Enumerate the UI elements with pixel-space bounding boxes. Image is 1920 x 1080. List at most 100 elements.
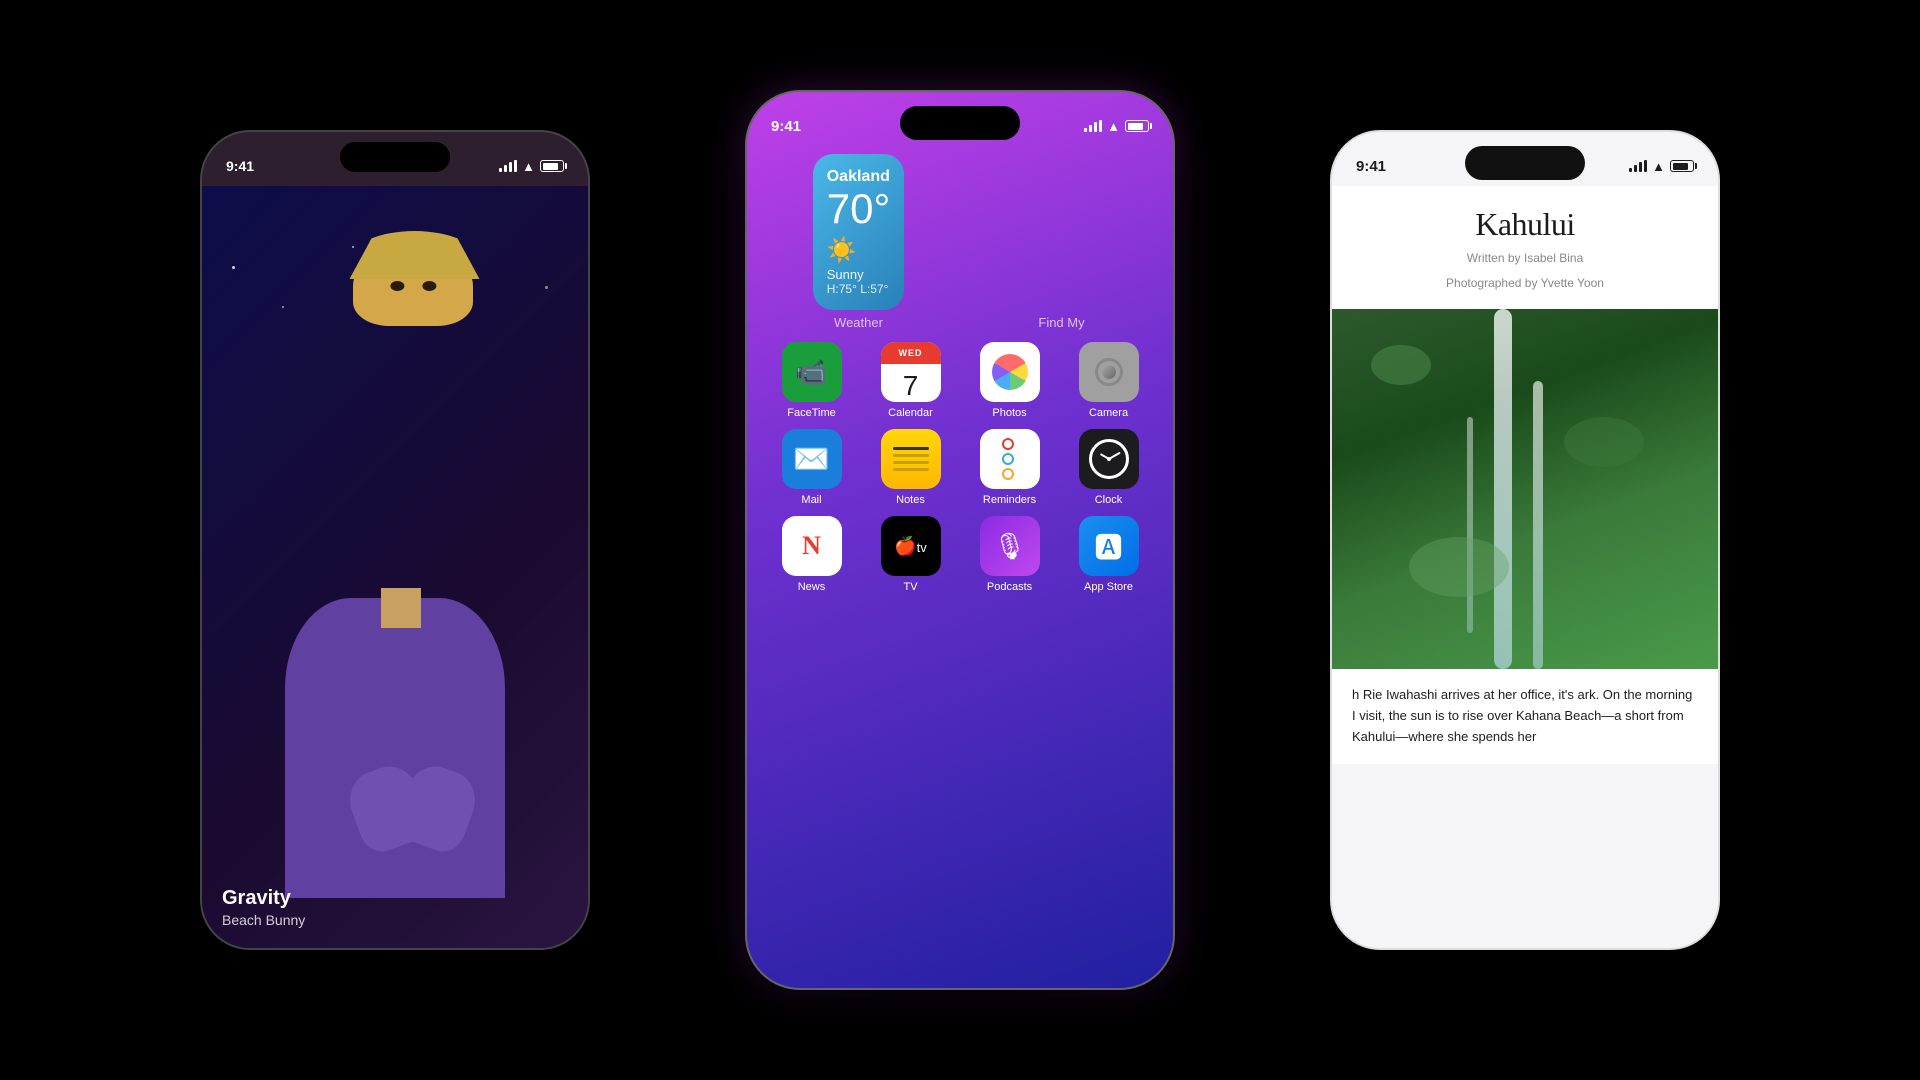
findmy-label: Find My	[1038, 315, 1084, 330]
signal-center	[1084, 120, 1102, 132]
music-artist: Beach Bunny	[222, 912, 305, 928]
bar3	[509, 162, 512, 172]
clock-face	[1089, 439, 1129, 479]
app-reminders[interactable]: Reminders	[965, 429, 1054, 506]
wifi-center: ▲	[1107, 119, 1120, 134]
notes-icon[interactable]	[881, 429, 941, 489]
music-info: Gravity Beach Bunny	[222, 887, 305, 928]
photos-icon[interactable]	[980, 342, 1040, 402]
right-content: Kahului Written by Isabel Bina Photograp…	[1332, 186, 1718, 948]
news-icon[interactable]: N	[782, 516, 842, 576]
article-written-by: Written by Isabel Bina	[1352, 249, 1698, 268]
dynamic-island-center	[900, 106, 1020, 140]
clock-icon[interactable]	[1079, 429, 1139, 489]
podcasts-logo: 🎙	[993, 531, 1026, 562]
battery-left	[540, 160, 564, 172]
calendar-icon[interactable]: WED 7	[881, 342, 941, 402]
weather-label: Weather	[834, 315, 883, 330]
findmy-widget[interactable]: 25A 😎 Now Hudson Ave Stuyvesant Falls Fi…	[966, 154, 1157, 330]
bar4	[514, 160, 517, 172]
waterfall-stream-3	[1467, 417, 1473, 633]
reminders-icon[interactable]	[980, 429, 1040, 489]
camera-icon[interactable]	[1079, 342, 1139, 402]
wifi-right: ▲	[1652, 159, 1665, 174]
time-right: 9:41	[1356, 158, 1386, 175]
weather-widget-inner[interactable]: Oakland 70° ☀️ Sunny H:75° L:57°	[813, 154, 905, 310]
weather-temp: 70°	[827, 188, 891, 230]
weather-range: H:75° L:57°	[827, 282, 891, 296]
appstore-icon[interactable]: 🅰	[1079, 516, 1139, 576]
signal-left	[499, 160, 517, 172]
photos-label: Photos	[992, 407, 1026, 419]
article-header: Kahului Written by Isabel Bina Photograp…	[1332, 186, 1718, 309]
album-art-container: Gravity Beach Bunny	[202, 186, 588, 948]
tv-label: TV	[903, 581, 917, 593]
article-title: Kahului	[1352, 206, 1698, 243]
weather-widget[interactable]: Oakland 70° ☀️ Sunny H:75° L:57° Weather	[763, 154, 954, 330]
waterfall-stream-main	[1494, 309, 1512, 669]
app-calendar[interactable]: WED 7 Calendar	[866, 342, 955, 419]
appstore-logo: 🅰	[1094, 526, 1122, 566]
tv-logo: 🍎tv	[894, 536, 927, 557]
article-photographed-by: Photographed by Yvette Yoon	[1352, 274, 1698, 293]
podcasts-label: Podcasts	[987, 581, 1032, 593]
clock-label: Clock	[1095, 494, 1123, 506]
phone-left: 9:41 ▲	[200, 130, 590, 950]
facetime-label: FaceTime	[787, 407, 836, 419]
phone-center: 9:41 ▲ Oakland 70°	[745, 90, 1175, 990]
app-facetime[interactable]: 📹 FaceTime	[767, 342, 856, 419]
widget-row: Oakland 70° ☀️ Sunny H:75° L:57° Weather	[763, 154, 1157, 330]
time-center: 9:41	[771, 118, 801, 135]
mail-emoji: ✉️	[793, 442, 830, 477]
app-news[interactable]: N News	[767, 516, 856, 593]
news-label: News	[798, 581, 826, 593]
wifi-left: ▲	[522, 159, 535, 174]
dynamic-island-left	[340, 142, 450, 172]
photos-gradient	[992, 354, 1028, 390]
dynamic-island-right	[1465, 146, 1585, 180]
app-camera[interactable]: Camera	[1064, 342, 1153, 419]
mail-icon[interactable]: ✉️	[782, 429, 842, 489]
app-mail[interactable]: ✉️ Mail	[767, 429, 856, 506]
waterfall-background	[1332, 309, 1718, 669]
app-appstore[interactable]: 🅰 App Store	[1064, 516, 1153, 593]
calendar-date: 7	[903, 370, 919, 402]
camera-label: Camera	[1089, 407, 1128, 419]
app-photos[interactable]: Photos	[965, 342, 1054, 419]
notes-lines	[887, 439, 935, 479]
status-icons-right: ▲	[1629, 159, 1694, 174]
podcasts-icon[interactable]: 🎙	[980, 516, 1040, 576]
appstore-label: App Store	[1084, 581, 1133, 593]
status-icons-center: ▲	[1084, 119, 1149, 134]
status-icons-left: ▲	[499, 159, 564, 174]
app-tv[interactable]: 🍎tv TV	[866, 516, 955, 593]
bar2	[504, 165, 507, 172]
weather-city: Oakland	[827, 168, 891, 186]
camera-inner-lens	[1102, 365, 1116, 379]
battery-center	[1125, 120, 1149, 132]
waterfall-stream-2	[1533, 381, 1543, 669]
news-logo: N	[802, 531, 821, 561]
phone-right: 9:41 ▲ Kahului Written by Isabel Bina Ph…	[1330, 130, 1720, 950]
notes-label: Notes	[896, 494, 925, 506]
center-content: Oakland 70° ☀️ Sunny H:75° L:57° Weather	[747, 146, 1173, 988]
article-body: h Rie Iwahashi arrives at her office, it…	[1352, 687, 1692, 744]
weather-condition: Sunny	[827, 267, 891, 282]
reminders-label: Reminders	[983, 494, 1036, 506]
bar1	[499, 168, 502, 172]
app-notes[interactable]: Notes	[866, 429, 955, 506]
facetime-icon[interactable]: 📹	[782, 342, 842, 402]
app-podcasts[interactable]: 🎙 Podcasts	[965, 516, 1054, 593]
article-image	[1332, 309, 1718, 669]
signal-right	[1629, 160, 1647, 172]
battery-right	[1670, 160, 1694, 172]
scene: 9:41 ▲	[0, 0, 1920, 1080]
album-art: Gravity Beach Bunny	[202, 186, 588, 948]
tv-icon[interactable]: 🍎tv	[881, 516, 941, 576]
app-clock[interactable]: Clock	[1064, 429, 1153, 506]
calendar-label: Calendar	[888, 407, 933, 419]
music-title: Gravity	[222, 887, 305, 910]
mail-label: Mail	[801, 494, 821, 506]
weather-sun-icon: ☀️	[827, 236, 891, 265]
app-grid: 📹 FaceTime WED 7 Calendar	[763, 342, 1157, 593]
